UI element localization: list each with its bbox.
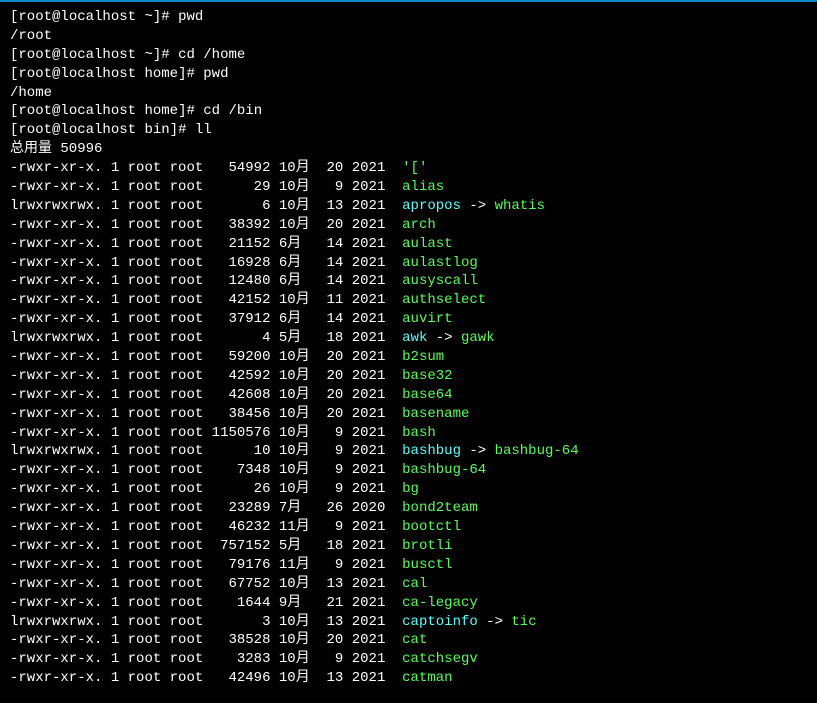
listing-row: -rwxr-xr-x. 1 root root 38392 10月 20 202…: [10, 216, 807, 235]
file-name: apropos: [402, 198, 461, 214]
listing-row: -rwxr-xr-x. 1 root root 21152 6月 14 2021…: [10, 235, 807, 254]
file-name: brotli: [402, 538, 452, 554]
listing-row: -rwxr-xr-x. 1 root root 3283 10月 9 2021 …: [10, 650, 807, 669]
file-name: catman: [402, 670, 452, 686]
file-name: arch: [402, 217, 436, 233]
file-name: aulastlog: [402, 255, 478, 271]
link-target: bashbug-64: [495, 443, 579, 459]
listing-row: lrwxrwxrwx. 1 root root 6 10月 13 2021 ap…: [10, 197, 807, 216]
prompt-line: [root@localhost home]# cd /bin: [10, 102, 807, 121]
file-name: alias: [402, 179, 444, 195]
listing-row: -rwxr-xr-x. 1 root root 23289 7月 26 2020…: [10, 499, 807, 518]
listing-row: -rwxr-xr-x. 1 root root 26 10月 9 2021 bg: [10, 480, 807, 499]
listing-row: -rwxr-xr-x. 1 root root 46232 11月 9 2021…: [10, 518, 807, 537]
total-line: 总用量 50996: [10, 140, 807, 159]
file-name: bootctl: [402, 519, 461, 535]
listing-row: -rwxr-xr-x. 1 root root 29 10月 9 2021 al…: [10, 178, 807, 197]
file-name: base32: [402, 368, 452, 384]
file-name: ausyscall: [402, 273, 478, 289]
file-name: bg: [402, 481, 419, 497]
listing-row: -rwxr-xr-x. 1 root root 59200 10月 20 202…: [10, 348, 807, 367]
listing-row: -rwxr-xr-x. 1 root root 38456 10月 20 202…: [10, 405, 807, 424]
listing-row: -rwxr-xr-x. 1 root root 7348 10月 9 2021 …: [10, 461, 807, 480]
listing-row: -rwxr-xr-x. 1 root root 67752 10月 13 202…: [10, 575, 807, 594]
listing-row: -rwxr-xr-x. 1 root root 42592 10月 20 202…: [10, 367, 807, 386]
file-name: authselect: [402, 292, 486, 308]
file-name: basename: [402, 406, 469, 422]
file-name: aulast: [402, 236, 452, 252]
output-line: /home: [10, 84, 807, 103]
listing-row: lrwxrwxrwx. 1 root root 10 10月 9 2021 ba…: [10, 442, 807, 461]
listing-row: -rwxr-xr-x. 1 root root 38528 10月 20 202…: [10, 631, 807, 650]
listing-row: -rwxr-xr-x. 1 root root 757152 5月 18 202…: [10, 537, 807, 556]
file-name: catchsegv: [402, 651, 478, 667]
link-target: whatis: [495, 198, 545, 214]
prompt-line: [root@localhost ~]# pwd: [10, 8, 807, 27]
file-name: bashbug-64: [402, 462, 486, 478]
file-name: cat: [402, 632, 427, 648]
link-target: tic: [511, 614, 536, 630]
listing-row: -rwxr-xr-x. 1 root root 1150576 10月 9 20…: [10, 424, 807, 443]
listing-row: -rwxr-xr-x. 1 root root 54992 10月 20 202…: [10, 159, 807, 178]
listing-row: -rwxr-xr-x. 1 root root 42152 10月 11 202…: [10, 291, 807, 310]
listing-row: -rwxr-xr-x. 1 root root 79176 11月 9 2021…: [10, 556, 807, 575]
file-name: '[': [402, 160, 427, 176]
prompt-line: [root@localhost home]# pwd: [10, 65, 807, 84]
file-name: bashbug: [402, 443, 461, 459]
file-name: cal: [402, 576, 427, 592]
file-name: busctl: [402, 557, 452, 573]
listing-row: -rwxr-xr-x. 1 root root 12480 6月 14 2021…: [10, 272, 807, 291]
link-target: gawk: [461, 330, 495, 346]
output-line: /root: [10, 27, 807, 46]
listing-row: lrwxrwxrwx. 1 root root 3 10月 13 2021 ca…: [10, 613, 807, 632]
prompt-line: [root@localhost ~]# cd /home: [10, 46, 807, 65]
file-name: bond2team: [402, 500, 478, 516]
listing-row: -rwxr-xr-x. 1 root root 1644 9月 21 2021 …: [10, 594, 807, 613]
file-name: auvirt: [402, 311, 452, 327]
file-name: bash: [402, 425, 436, 441]
file-name: b2sum: [402, 349, 444, 365]
terminal-output[interactable]: [root@localhost ~]# pwd/root[root@localh…: [10, 8, 807, 688]
listing-row: -rwxr-xr-x. 1 root root 37912 6月 14 2021…: [10, 310, 807, 329]
listing-row: -rwxr-xr-x. 1 root root 42496 10月 13 202…: [10, 669, 807, 688]
file-name: base64: [402, 387, 452, 403]
file-name: ca-legacy: [402, 595, 478, 611]
listing-row: -rwxr-xr-x. 1 root root 42608 10月 20 202…: [10, 386, 807, 405]
listing-row: -rwxr-xr-x. 1 root root 16928 6月 14 2021…: [10, 254, 807, 273]
file-name: awk: [402, 330, 427, 346]
file-name: captoinfo: [402, 614, 478, 630]
listing-row: lrwxrwxrwx. 1 root root 4 5月 18 2021 awk…: [10, 329, 807, 348]
prompt-line: [root@localhost bin]# ll: [10, 121, 807, 140]
